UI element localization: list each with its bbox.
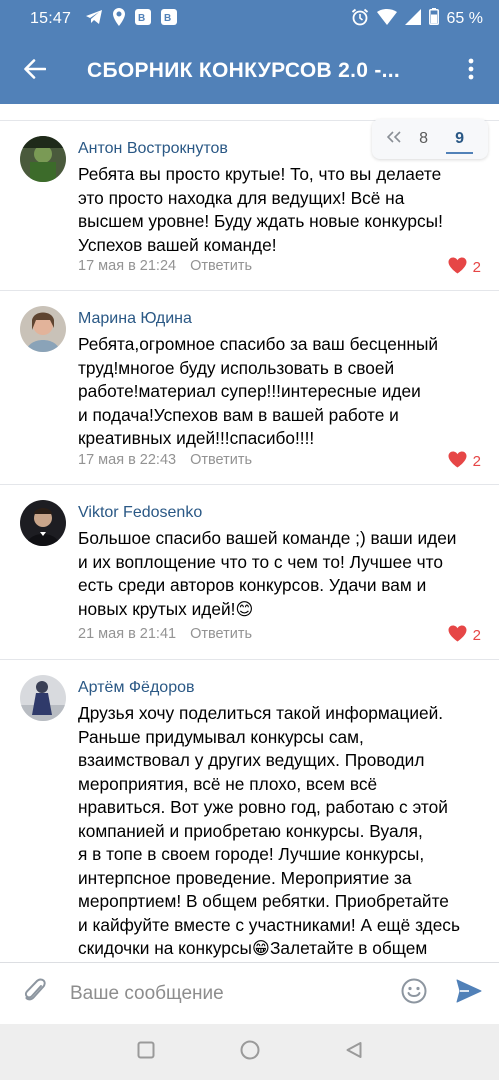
battery-icon: [428, 8, 439, 30]
pagination: 8 9: [372, 119, 488, 159]
message-input[interactable]: [70, 971, 389, 1016]
app-screen: 15:47 В В 65 % СБОРНИК КОНКУРСОВ 2.0 -..…: [0, 0, 499, 1080]
comment-text: Ребята вы просто крутые! То, что вы дела…: [78, 163, 483, 257]
signal-icon: [404, 8, 421, 30]
like-count: 2: [472, 453, 481, 470]
like-count: 2: [472, 627, 481, 644]
comment-line: меропртием! В общем ребятки. Приобретайт…: [78, 891, 449, 911]
comment-date: 17 мая в 22:43: [78, 452, 177, 468]
like-button[interactable]: 2: [448, 625, 481, 646]
app-bar: СБОРНИК КОНКУРСОВ 2.0 -...: [0, 38, 499, 104]
comment-author[interactable]: Артём Фёдоров: [78, 679, 194, 697]
emoji-button[interactable]: [389, 963, 439, 1025]
comment-line: новых крутых идей!😊: [78, 598, 254, 619]
comment-text: Ребята,огромное спасибо за ваш бесценный…: [78, 333, 483, 451]
comment-line: компанией и приобретаю конкурсы. Вуаля,: [78, 820, 423, 841]
send-icon: [456, 979, 482, 1008]
comment-author[interactable]: Марина Юдина: [78, 310, 192, 328]
more-vertical-icon: [468, 58, 474, 85]
comment-line: и подача!Успехов вам в вашей работе и: [78, 404, 399, 425]
message-composer: [0, 962, 499, 1024]
location-icon: [113, 7, 126, 31]
system-nav-bar: [0, 1024, 499, 1080]
comment-meta: 17 мая в 22:43 Ответить: [78, 452, 252, 468]
recents-button[interactable]: [94, 1024, 198, 1080]
comment-line: мероприятия, всё не плохо, всем всё: [78, 773, 378, 794]
comment-item: Viktor Fedosenko Большое спасибо вашей к…: [0, 484, 499, 659]
comment-line: Большое спасибо вашей команде ;) ваши ид…: [78, 528, 457, 548]
heart-icon: [448, 257, 467, 278]
status-bar: 15:47 В В 65 %: [0, 0, 499, 38]
comment-line: работе!материал супер!!!интересные идеи: [78, 381, 421, 401]
status-left: 15:47 В В: [30, 7, 178, 31]
comments-list[interactable]: Антон Вострокнутов Ребята вы просто крут…: [0, 104, 499, 962]
reply-button[interactable]: Ответить: [190, 258, 252, 274]
comment-line: Ребята вы просто крутые! То, что вы дела…: [78, 164, 442, 184]
comment-text: Большое спасибо вашей команде ;) ваши ид…: [78, 527, 483, 621]
comment-item: Марина Юдина Ребята,огромное спасибо за …: [0, 290, 499, 484]
comment-meta: 21 мая в 21:41 Ответить: [78, 626, 252, 642]
battery-percent: 65 %: [446, 10, 483, 27]
comment-line: интерпсное проведение. Мероприятие за: [78, 867, 412, 888]
home-circle-icon: [240, 1040, 260, 1065]
recents-square-icon: [137, 1041, 155, 1064]
avatar[interactable]: [20, 306, 66, 352]
comment-line: Успехов вашей команде!: [78, 234, 277, 255]
status-time: 15:47: [30, 10, 72, 27]
vk-notify-icon: В: [135, 8, 152, 30]
comment-line: высшем уровне! Буду ждать новые конкурсы…: [78, 211, 443, 231]
back-arrow-icon: [24, 58, 47, 84]
comment-author[interactable]: Антон Вострокнутов: [78, 140, 228, 158]
system-back-button[interactable]: [302, 1024, 406, 1080]
back-button[interactable]: [0, 38, 70, 104]
comment-line: есть среди авторов конкурсов. Удачи вам …: [78, 575, 427, 595]
back-triangle-icon: [345, 1041, 363, 1064]
comment-date: 17 мая в 21:24: [78, 258, 177, 274]
comment-line: скидочки на конкурсы😁Залетайте в общем: [78, 938, 428, 958]
comment-line: Друзья хочу поделиться такой информацией…: [78, 703, 444, 723]
status-right: 65 %: [351, 8, 483, 31]
comment-line: нравиться. Вот уже ровно год, работаю с …: [78, 797, 448, 817]
like-button[interactable]: 2: [448, 257, 481, 278]
like-count: 2: [472, 259, 481, 276]
attach-button[interactable]: [0, 963, 70, 1025]
wifi-icon: [376, 8, 397, 30]
heart-icon: [448, 451, 467, 472]
home-button[interactable]: [198, 1024, 302, 1080]
comment-line: и их воплощение что то с чем то! Лучшее …: [78, 551, 443, 572]
comment-author[interactable]: Viktor Fedosenko: [78, 504, 202, 522]
avatar[interactable]: [20, 500, 66, 546]
comment-line: я в топе в своем городе! Лучшие конкурсы…: [78, 844, 425, 864]
reply-button[interactable]: Ответить: [190, 452, 252, 468]
reply-button[interactable]: Ответить: [190, 626, 252, 642]
comment-meta: 17 мая в 21:24 Ответить: [78, 258, 252, 274]
comment-text: Друзья хочу поделиться такой информацией…: [78, 702, 483, 961]
svg-text:В: В: [164, 13, 171, 24]
vk-notify-icon: В: [161, 8, 178, 30]
avatar[interactable]: [20, 675, 66, 721]
double-chevron-left-icon[interactable]: [386, 130, 401, 148]
avatar[interactable]: [20, 136, 66, 182]
comment-line: это просто находка для ведущих! Всё на: [78, 187, 405, 208]
telegram-icon: [85, 9, 103, 30]
comment-line: труд!многое буду использовать в своей: [78, 357, 395, 378]
alarm-icon: [351, 8, 369, 31]
comment-line: Ребята,огромное спасибо за ваш бесценный: [78, 334, 439, 354]
comment-date: 21 мая в 21:41: [78, 626, 177, 642]
smiley-icon: [401, 978, 427, 1009]
paperclip-icon: [23, 977, 47, 1010]
page-title: СБОРНИК КОНКУРСОВ 2.0 -...: [87, 59, 401, 82]
comment-line: взаимствовал у других ведущих. Проводил: [78, 750, 425, 770]
comment-line: и кайфуйте вместе с участниками! А ещё з…: [78, 914, 460, 935]
heart-icon: [448, 625, 467, 646]
page-current[interactable]: 9: [446, 124, 473, 154]
page-link[interactable]: 8: [419, 130, 428, 148]
svg-text:В: В: [138, 13, 145, 24]
comment-line: Раньше придумывал конкурсы сам,: [78, 726, 364, 747]
comment-item: Артём Фёдоров Друзья хочу поделиться так…: [0, 659, 499, 962]
comment-line: креативных идей!!!спасибо!!!!: [78, 428, 315, 448]
more-menu-button[interactable]: [443, 38, 499, 104]
like-button[interactable]: 2: [448, 451, 481, 472]
send-button[interactable]: [439, 963, 499, 1025]
